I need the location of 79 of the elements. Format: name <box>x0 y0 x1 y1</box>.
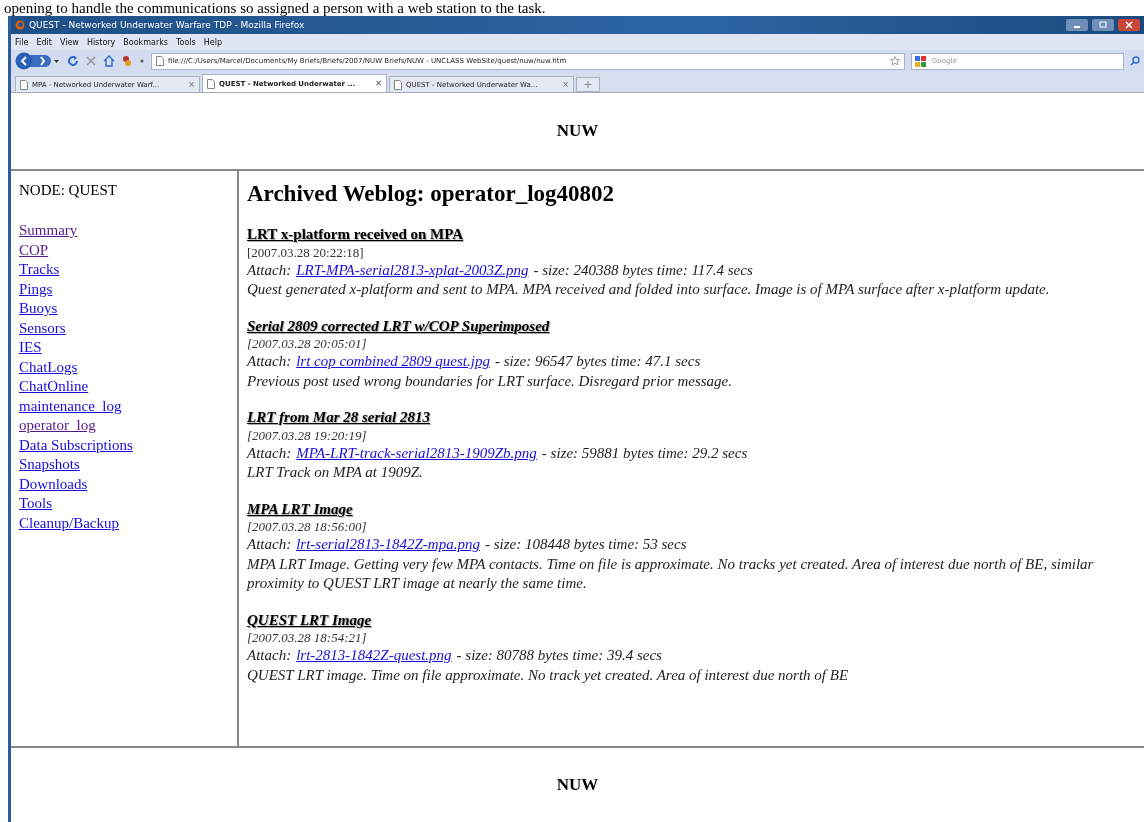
post-body: Previous post used wrong boundaries for LRT surface. Disregard prior message. <box>247 371 733 391</box>
post-body: MPA LRT Image. Getting very few MPA contacts. Time on file is approximate. No tracks yet created. Area of interest due north of BE, similar proximity to QUEST LRT image at nearly the same time. <box>247 554 1094 593</box>
post-title: LRT from Mar 28 serial 2813 <box>247 408 430 427</box>
sidebar-link[interactable]: IES <box>19 338 42 358</box>
star-icon[interactable] <box>890 56 900 66</box>
post-date: [2007.03.28 18:56:00] <box>247 519 367 535</box>
sidebar-link[interactable]: Pings <box>19 279 53 299</box>
document-text: opening to handle the communications so assigned a person with a web station to the task. <box>3 0 547 16</box>
back-forward-icon[interactable] <box>15 52 61 70</box>
sidebar-link[interactable]: Data Subscriptions <box>19 435 133 455</box>
menu-item[interactable]: History <box>86 37 116 47</box>
firefox-icon <box>15 20 25 30</box>
stop-icon[interactable] <box>85 55 97 67</box>
page-icon <box>394 79 402 90</box>
attachment-link[interactable]: lrt-2813-1842Z-quest.png <box>296 646 452 666</box>
page-header: NUW <box>556 121 599 141</box>
menu-item[interactable]: Tools <box>176 37 196 47</box>
reload-icon[interactable] <box>67 55 79 67</box>
maximize-icon[interactable] <box>1092 19 1114 31</box>
page-icon <box>20 79 28 90</box>
sidebar-link[interactable]: ChatLogs <box>19 357 78 377</box>
attachment-link[interactable]: MPA-LRT-track-serial2813-1909Zb.png <box>296 443 537 463</box>
page-icon <box>207 78 215 89</box>
tab-close[interactable]: × <box>375 79 382 88</box>
attachment-details: - size: 240388 bytes time: 117.4 secs <box>533 260 753 280</box>
sidebar-link[interactable]: Summary <box>19 221 78 241</box>
post-title: LRT x-platform received on MPA <box>247 225 464 244</box>
node-label: NODE: QUEST <box>19 182 118 199</box>
attachment-link[interactable]: lrt cop combined 2809 quest.jpg <box>296 352 490 372</box>
menu-item[interactable]: File <box>15 37 29 47</box>
window-title: QUEST - Networked Underwater Warfare TDP - Mozilla Firefox <box>29 20 306 30</box>
post-body: QUEST LRT image. Time on file approximate. No track yet created. Area of interest due north of BE <box>247 665 850 685</box>
post-title: QUEST LRT Image <box>247 610 372 630</box>
dropdown-icon[interactable] <box>139 58 145 64</box>
page-heading: Archived Weblog: operator_log40802 <box>247 181 616 207</box>
sidebar-link[interactable]: Snapshots <box>19 455 80 475</box>
page-footer: NUW <box>556 775 599 795</box>
page-icon <box>156 56 164 66</box>
sidebar-link[interactable]: Downloads <box>19 474 88 494</box>
addon-icon[interactable] <box>121 55 133 67</box>
sidebar-link[interactable]: Buoys <box>19 299 58 319</box>
sidebar-link[interactable]: Tracks <box>19 260 60 280</box>
menu-item[interactable]: Bookmarks <box>123 37 169 47</box>
tab-close[interactable]: × <box>188 80 195 89</box>
attachment-details: - size: 80788 bytes time: 39.4 secs <box>456 646 662 665</box>
sidebar-link[interactable]: Sensors <box>19 318 66 338</box>
tab-close[interactable]: × <box>562 80 569 89</box>
attachment-details: - size: 59881 bytes time: 29.2 secs <box>541 443 748 463</box>
sidebar-link[interactable]: ChatOnline <box>19 377 89 397</box>
sidebar-link[interactable]: maintenance_log <box>19 396 122 416</box>
attach-label: Attach: <box>247 352 292 371</box>
post-date: [2007.03.28 20:22:18] <box>247 244 364 261</box>
post-date: [2007.03.28 19:20:19] <box>247 427 367 444</box>
menu-item[interactable]: Help <box>203 37 222 47</box>
sidebar-link[interactable]: Tools <box>19 494 53 514</box>
post-date: [2007.03.28 18:54:21] <box>247 630 367 646</box>
menu-item[interactable]: Edit <box>36 37 52 47</box>
menu-item[interactable]: View <box>59 37 79 47</box>
search-icon[interactable] <box>1130 56 1140 66</box>
attach-label: Attach: <box>247 646 292 665</box>
home-icon[interactable] <box>103 55 115 67</box>
post-date: [2007.03.28 20:05:01] <box>247 336 367 352</box>
minimize-icon[interactable] <box>1066 19 1088 31</box>
sidebar-link[interactable]: COP <box>19 240 49 260</box>
post-body: LRT Track on MPA at 1909Z. <box>247 463 424 482</box>
post-title: Serial 2809 corrected LRT w/COP Superimposed <box>247 316 550 336</box>
post-body: Quest generated x-platform and sent to MPA. MPA received and folded into surface. Image is of MPA surface after x-platform update. <box>247 280 1051 299</box>
sidebar-link[interactable]: Cleanup/Backup <box>19 513 119 533</box>
attach-label: Attach: <box>247 260 292 280</box>
attachment-link[interactable]: LRT-MPA-serial2813-xplat-2003Z.png <box>296 260 529 280</box>
google-icon[interactable] <box>915 55 926 67</box>
attachment-link[interactable]: lrt-serial2813-1842Z-mpa.png <box>296 535 480 555</box>
close-icon[interactable] <box>1118 19 1140 31</box>
sidebar-link[interactable]: operator_log <box>19 416 96 436</box>
attach-label: Attach: <box>247 535 292 554</box>
post-title: MPA LRT Image <box>247 499 353 519</box>
attachment-details: - size: 96547 bytes time: 47.1 secs <box>494 352 701 371</box>
attachment-details: - size: 108448 bytes time: 53 secs <box>484 535 687 554</box>
attach-label: Attach: <box>247 443 292 463</box>
